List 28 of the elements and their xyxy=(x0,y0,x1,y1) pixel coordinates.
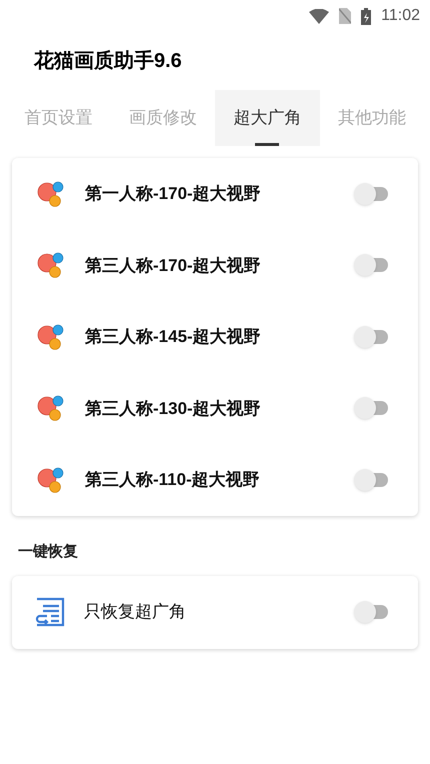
tab[interactable]: 画质修改 xyxy=(110,90,215,146)
option-label: 第一人称-170-超大视野 xyxy=(85,183,262,205)
battery-charging-icon xyxy=(361,8,372,24)
bubbles-icon xyxy=(36,394,64,422)
toggle-switch[interactable] xyxy=(354,601,388,623)
tab[interactable]: 超大广角 xyxy=(215,90,320,146)
wifi-icon xyxy=(309,8,330,24)
option-label: 第三人称-110-超大视野 xyxy=(85,469,261,491)
bubbles-icon xyxy=(36,322,64,351)
option-label: 只恢复超广角 xyxy=(84,601,187,624)
tab[interactable]: 其他功能 xyxy=(320,90,424,146)
toggle-switch[interactable] xyxy=(354,326,388,348)
list-restore-icon xyxy=(34,596,66,628)
bubbles-icon xyxy=(36,466,64,494)
toggle-switch[interactable] xyxy=(354,468,388,491)
option-label: 第三人称-170-超大视野 xyxy=(85,254,262,276)
option-label: 第三人称-145-超大视野 xyxy=(85,326,262,348)
clock-time: 11:02 xyxy=(381,6,420,26)
toggle-switch[interactable] xyxy=(354,254,388,276)
bubbles-icon xyxy=(36,251,64,280)
section-title: 一键恢复 xyxy=(18,542,78,560)
toggle-switch[interactable] xyxy=(354,182,388,205)
option-label: 第三人称-130-超大视野 xyxy=(85,398,262,420)
tab[interactable]: 首页设置 xyxy=(6,90,110,146)
toggle-switch[interactable] xyxy=(354,397,388,420)
bubbles-icon xyxy=(36,180,64,208)
app-title: 花猫画质助手9.6 xyxy=(34,49,182,74)
no-sim-icon xyxy=(339,8,352,24)
